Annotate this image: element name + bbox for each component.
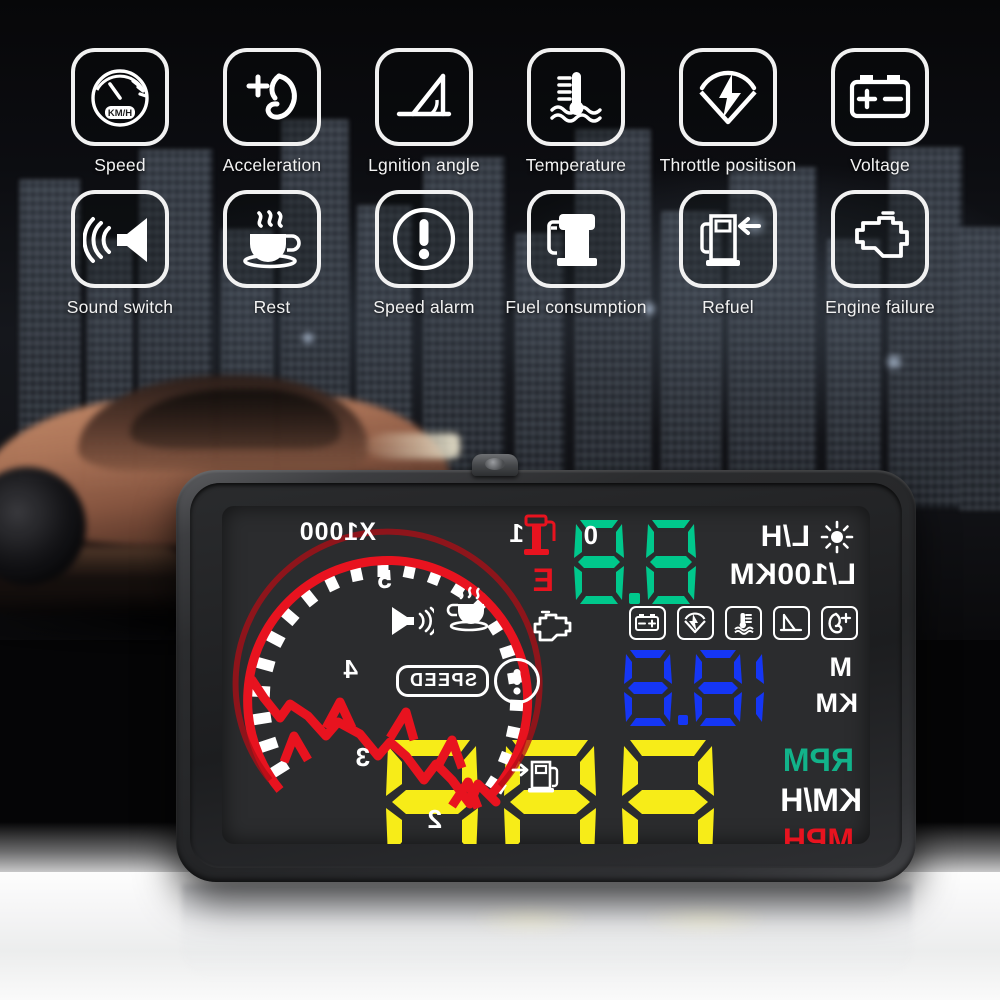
battery-voltage-icon [629, 606, 666, 640]
check-engine-icon [522, 610, 574, 651]
feature-icon-grid: KM/H Speed Acceleration Lgnition angle T… [44, 48, 956, 318]
throttle-position-icon [679, 48, 777, 146]
speaker-icon [390, 604, 439, 643]
acceleration-icon [223, 48, 321, 146]
hud-mini-icon-strip [629, 606, 858, 640]
feature-speed-alarm: Speed alarm [348, 190, 500, 318]
feature-sound-switch: Sound switch [44, 190, 196, 318]
feature-acceleration: Acceleration [196, 48, 348, 176]
feature-label: Speed [94, 155, 146, 175]
feature-fuel-consumption: Fuel consumption [500, 190, 652, 318]
feature-label: Speed alarm [373, 297, 475, 317]
product-image-stage: KM/H Speed Acceleration Lgnition angle T… [0, 0, 1000, 1000]
acceleration-icon [821, 606, 858, 640]
feature-label: Throttle positison [659, 155, 797, 175]
blue-seven-segment-18-point-8 [624, 650, 764, 726]
throttle-position-icon [677, 606, 714, 640]
ignition-angle-icon [375, 48, 473, 146]
check-engine-icon [831, 190, 929, 288]
fuel-unit-lh: L/H [760, 520, 810, 553]
distance-value [594, 646, 808, 737]
coffee-cup-icon [223, 190, 321, 288]
feature-ignition-angle: Lgnition angle [348, 48, 500, 176]
exclamation-circle-icon [494, 658, 540, 704]
brightness-sun-icon [820, 520, 854, 559]
tach-tick-3: 3 [355, 742, 370, 772]
speed-alarm-label: SPEED [396, 665, 489, 697]
tach-tick-5: 5 [377, 564, 392, 594]
coolant-temperature-icon [527, 48, 625, 146]
feature-rest: Rest [196, 190, 348, 318]
speed-unit-mph: MPH [782, 822, 854, 844]
feature-label: Acceleration [222, 155, 322, 175]
hud-mount-knob[interactable] [472, 454, 518, 476]
speed-unit-kmh: KM/H [780, 782, 862, 818]
distance-unit-km: KM [815, 688, 858, 718]
feature-label: Sound switch [66, 297, 174, 317]
feature-label: Engine failure [825, 297, 935, 317]
distance-unit-m: M [829, 652, 852, 682]
speed-alarm-telltale: SPEED [396, 658, 540, 704]
feature-temperature: Temperature [500, 48, 652, 176]
tach-tick-4: 4 [343, 654, 358, 684]
tach-tick-1: 1 [509, 518, 524, 548]
feature-label: Lgnition angle [368, 155, 480, 175]
ignition-angle-icon [773, 606, 810, 640]
fuel-pump-icon [527, 190, 625, 288]
coffee-cup-icon [440, 584, 494, 637]
feature-voltage: Voltage [804, 48, 956, 176]
feature-label: Rest [253, 297, 291, 317]
speedometer-icon: KM/H [71, 48, 169, 146]
battery-voltage-icon [831, 48, 929, 146]
speaker-icon [71, 190, 169, 288]
tach-tick-0: 0 [583, 520, 598, 550]
tach-multiplier-label: X1000 [298, 518, 376, 546]
coolant-temperature-icon [725, 606, 762, 640]
mirrored-lcd-content: L/H L/100KM E M KM RPM KM/H MPH X1000 5 … [222, 506, 870, 844]
refuel-arrow-icon [679, 190, 777, 288]
feature-label: Temperature [525, 155, 627, 175]
feature-refuel: Refuel [652, 190, 804, 318]
tach-tick-2: 2 [427, 804, 442, 834]
hud-screen: L/H L/100KM E M KM RPM KM/H MPH X1000 5 … [222, 506, 870, 844]
refuel-arrow-icon [510, 756, 570, 801]
speedometer-unit-text: KM/H [108, 108, 132, 119]
feature-engine-failure: Engine failure [804, 190, 956, 318]
feature-label: Refuel [702, 297, 754, 317]
feature-throttle-position: Throttle positison [652, 48, 804, 176]
hud-device: L/H L/100KM E M KM RPM KM/H MPH X1000 5 … [176, 454, 916, 882]
fuel-unit-l100km: L/100KM [729, 558, 856, 591]
feature-label: Voltage [850, 155, 910, 175]
speed-unit-rpm: RPM [782, 742, 854, 778]
feature-label: Fuel consumption [505, 297, 647, 317]
exclamation-circle-icon [375, 190, 473, 288]
feature-speed: KM/H Speed [44, 48, 196, 176]
